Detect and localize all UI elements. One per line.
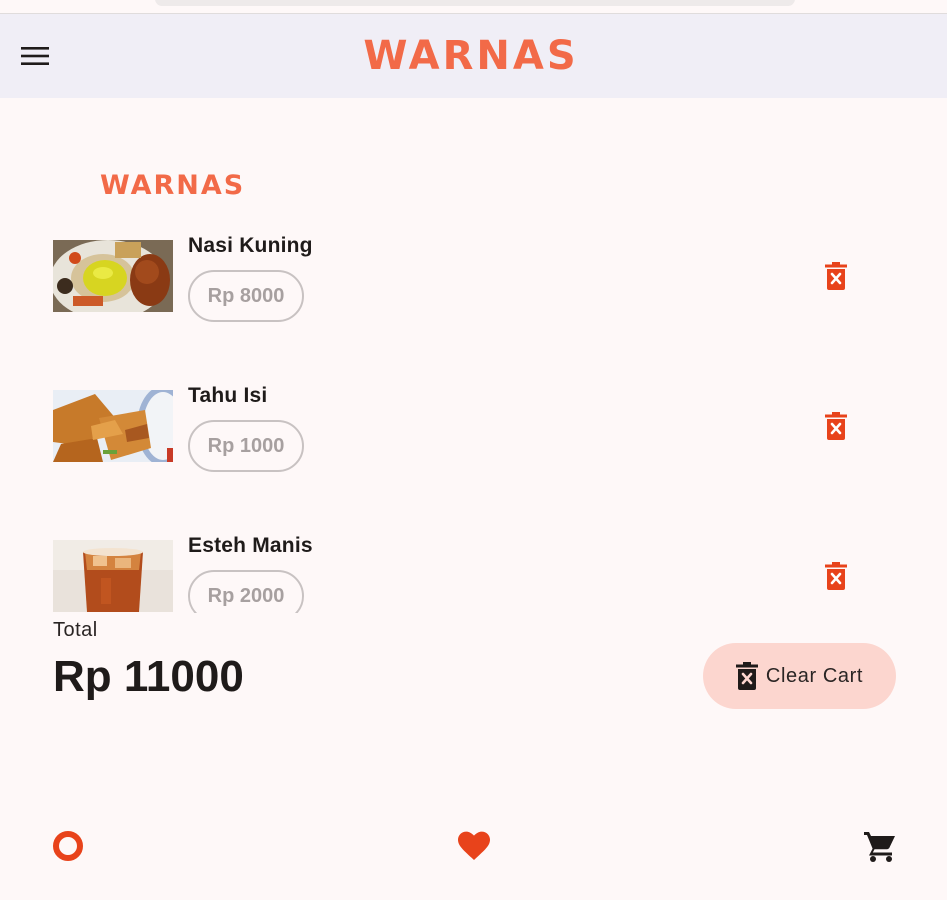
cart-icon <box>864 832 895 862</box>
price-chip[interactable]: Rp 1000 <box>188 420 304 472</box>
price-chip[interactable]: Rp 8000 <box>188 270 304 322</box>
logo-text: WARNAS <box>363 33 579 79</box>
delete-item-button[interactable] <box>821 560 851 592</box>
nav-favorites-button[interactable] <box>454 826 494 866</box>
inner-logo-text: WARNAS <box>100 170 246 201</box>
price-text: Rp 2000 <box>207 584 285 607</box>
hamburger-menu-icon <box>21 47 49 65</box>
delete-item-button[interactable] <box>821 260 851 292</box>
esteh-manis-photo <box>53 540 173 612</box>
clear-cart-button[interactable]: Clear Cart <box>703 643 896 709</box>
delete-forever-icon <box>735 662 758 690</box>
bottom-nav <box>0 800 947 900</box>
item-name: Esteh Manis <box>188 534 313 557</box>
total-value: Rp 11000 <box>53 652 244 701</box>
cart-item: Tahu Isi Rp 1000 <box>53 384 913 480</box>
tahu-isi-photo <box>53 390 173 462</box>
delete-forever-icon <box>825 562 847 590</box>
url-pill <box>155 0 795 6</box>
cart-item: Nasi Kuning Rp 8000 <box>53 234 913 330</box>
cart-item: Esteh Manis Rp 2000 <box>53 534 913 613</box>
price-chip[interactable]: Rp 2000 <box>188 570 304 613</box>
brand-logo: WARNAS <box>355 28 587 84</box>
nasi-kuning-photo <box>53 240 173 312</box>
total-label: Total <box>53 619 98 641</box>
cart-list[interactable]: Nasi Kuning Rp 8000 Tahu Isi Rp 1000 Est… <box>0 228 947 613</box>
nav-home-button[interactable] <box>48 826 88 866</box>
nav-cart-button[interactable] <box>860 826 900 866</box>
price-text: Rp 1000 <box>207 434 285 457</box>
delete-item-button[interactable] <box>821 410 851 442</box>
app-bar: WARNAS <box>0 14 947 98</box>
inner-logo: WARNAS <box>100 170 245 201</box>
home-ring-icon <box>53 831 83 861</box>
delete-forever-icon <box>825 412 847 440</box>
delete-forever-icon <box>825 262 847 290</box>
menu-button[interactable] <box>14 36 56 76</box>
item-name: Tahu Isi <box>188 384 268 407</box>
clear-cart-label: Clear Cart <box>765 664 864 687</box>
status-strip <box>0 0 947 14</box>
price-text: Rp 8000 <box>207 284 285 307</box>
favorite-heart-icon <box>458 831 490 860</box>
item-name: Nasi Kuning <box>188 234 313 257</box>
